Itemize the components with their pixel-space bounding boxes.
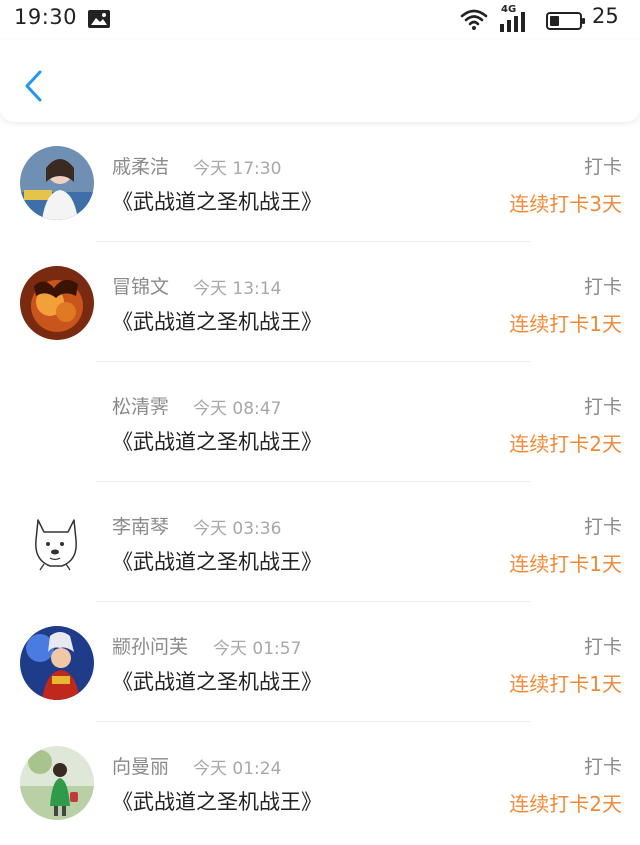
book-title[interactable]: 《武战道之圣机战王》 (112, 546, 322, 576)
user-name: 向曼丽 (112, 756, 170, 778)
checkin-time: 今天 01:24 (193, 759, 282, 779)
avatar[interactable] (20, 746, 94, 820)
list-item[interactable]: 戚柔洁 今天 17:30 《武战道之圣机战王》 打卡 连续打卡3天 (0, 122, 640, 242)
checkin-label: 打卡 (583, 276, 622, 298)
list-item[interactable]: 冒锦文 今天 13:14 《武战道之圣机战王》 打卡 连续打卡1天 (0, 242, 640, 362)
user-name: 颛孙问芙 (112, 636, 189, 658)
list-item[interactable]: 松清霁 今天 08:47 《武战道之圣机战王》 打卡 连续打卡2天 (0, 362, 640, 482)
checkin-label: 打卡 (583, 756, 622, 778)
status-time: 19:30 (14, 5, 78, 29)
checkin-time: 今天 08:47 (193, 399, 282, 419)
checkin-label: 打卡 (583, 156, 622, 178)
checkin-time: 今天 13:14 (193, 279, 282, 299)
book-title[interactable]: 《武战道之圣机战王》 (112, 306, 322, 336)
list-item[interactable]: 向曼丽 今天 01:24 《武战道之圣机战王》 打卡 连续打卡2天 (0, 722, 640, 842)
avatar[interactable] (20, 626, 94, 700)
user-name: 李南琴 (112, 516, 170, 538)
user-name: 松清霁 (112, 396, 170, 418)
signal-icon (500, 12, 525, 32)
photo-icon (88, 10, 110, 28)
streak-label: 连续打卡1天 (509, 552, 622, 576)
book-title[interactable]: 《武战道之圣机战王》 (112, 666, 322, 696)
user-name: 戚柔洁 (112, 156, 170, 178)
book-title[interactable]: 《武战道之圣机战王》 (112, 426, 322, 456)
list-item[interactable]: 颛孙问芙 今天 01:57 《武战道之圣机战王》 打卡 连续打卡1天 (0, 602, 640, 722)
streak-label: 连续打卡2天 (509, 432, 622, 456)
checkin-time: 今天 01:57 (213, 639, 302, 659)
streak-label: 连续打卡3天 (509, 192, 622, 216)
avatar[interactable] (20, 386, 94, 460)
wifi-icon (460, 9, 488, 30)
battery-icon (546, 12, 585, 30)
checkin-label: 打卡 (583, 396, 622, 418)
checkin-label: 打卡 (583, 516, 622, 538)
list-item[interactable]: 李南琴 今天 03:36 《武战道之圣机战王》 打卡 连续打卡1天 (0, 482, 640, 602)
avatar[interactable] (20, 506, 94, 580)
avatar[interactable] (20, 146, 94, 220)
streak-label: 连续打卡2天 (509, 792, 622, 816)
checkin-label: 打卡 (583, 636, 622, 658)
user-name: 冒锦文 (112, 276, 170, 298)
checkin-list: 戚柔洁 今天 17:30 《武战道之圣机战王》 打卡 连续打卡3天 冒锦文 今天… (0, 122, 640, 842)
status-bar: 19:30 4G 25 (0, 0, 640, 40)
book-title[interactable]: 《武战道之圣机战王》 (112, 786, 322, 816)
book-title[interactable]: 《武战道之圣机战王》 (112, 186, 322, 216)
checkin-time: 今天 03:36 (193, 519, 282, 539)
battery-level: 25 (592, 4, 619, 28)
streak-label: 连续打卡1天 (509, 312, 622, 336)
avatar[interactable] (20, 266, 94, 340)
streak-label: 连续打卡1天 (509, 672, 622, 696)
header-bar (0, 40, 640, 122)
checkin-time: 今天 17:30 (193, 159, 282, 179)
chevron-left-icon[interactable] (18, 66, 52, 106)
